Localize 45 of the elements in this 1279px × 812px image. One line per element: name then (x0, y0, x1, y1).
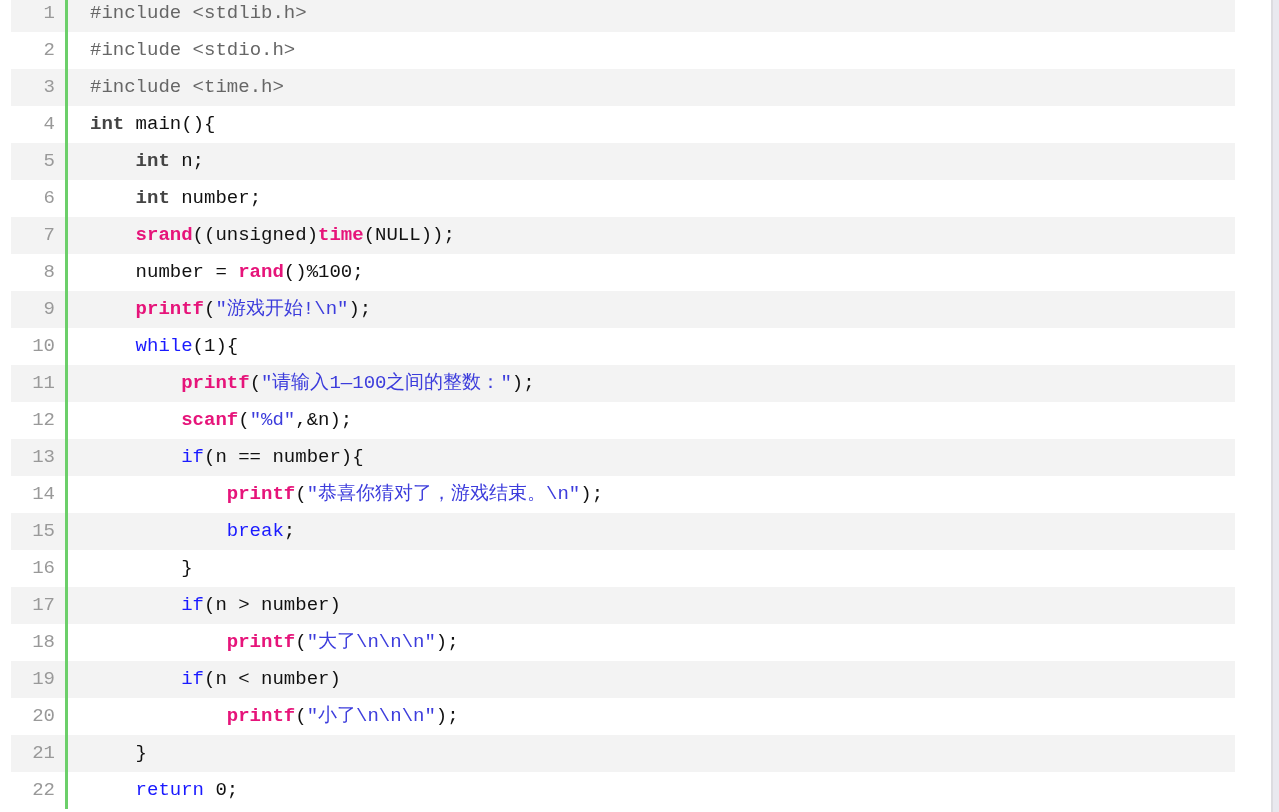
code-line: while(1){ (135, 335, 239, 358)
line-number: 1 (43, 1, 55, 27)
line-number: 12 (32, 408, 55, 434)
code-line: printf("恭喜你猜对了，游戏结束。\n"); (226, 483, 604, 506)
code-line: printf("大了\n\n\n"); (226, 631, 459, 654)
line-number: 21 (32, 741, 55, 767)
line-number: 3 (43, 75, 55, 101)
line-number: 18 (32, 630, 55, 656)
line-number: 14 (32, 482, 55, 508)
line-number: 6 (43, 186, 55, 212)
line-number: 22 (32, 778, 55, 804)
line-number: 17 (32, 593, 55, 619)
code-line: printf("游戏开始!\n"); (135, 298, 372, 321)
line-number: 19 (32, 667, 55, 693)
code-line: #include <stdio.h> (90, 39, 296, 62)
line-number: 2 (43, 38, 55, 64)
code-line: int n; (135, 150, 205, 173)
line-number: 16 (32, 556, 55, 582)
line-number: 7 (43, 223, 55, 249)
code-line: #include <time.h> (90, 76, 284, 99)
code-line: } (181, 557, 193, 580)
line-number: 15 (32, 519, 55, 545)
code-line: #include <stdlib.h> (90, 2, 307, 25)
line-number: 11 (32, 371, 55, 397)
code-line: if(n < number) (181, 668, 341, 691)
code-line: number = rand()%100; (135, 261, 364, 284)
line-number: 4 (43, 112, 55, 138)
code-line: break; (226, 520, 296, 543)
line-number: 13 (32, 445, 55, 471)
code-line: return 0; (135, 779, 239, 802)
code-line: printf("小了\n\n\n"); (226, 705, 459, 728)
code-line: if(n > number) (181, 594, 341, 617)
line-number: 20 (32, 704, 55, 730)
line-number: 9 (43, 297, 55, 323)
line-number: 5 (43, 149, 55, 175)
code-line: int number; (135, 187, 262, 210)
code-line: int main(){ (90, 113, 216, 136)
line-number: 8 (43, 260, 55, 286)
scrollbar-track[interactable] (1271, 0, 1279, 812)
code-line: if(n == number){ (181, 446, 364, 469)
code-line: srand((unsigned)time(NULL)); (135, 224, 455, 247)
code-line: printf("请输入1—100之间的整数："); (181, 372, 535, 395)
code-line: } (135, 742, 147, 765)
code-line: scanf("%d",&n); (181, 409, 353, 432)
line-number: 10 (32, 334, 55, 360)
